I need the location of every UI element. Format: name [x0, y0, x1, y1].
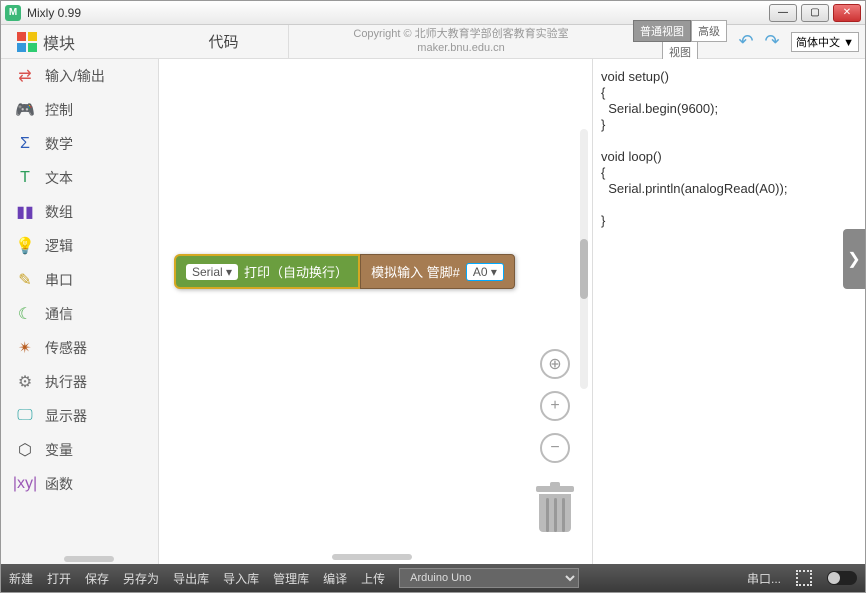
- titlebar: M Mixly 0.99 — ▢ ✕: [1, 1, 865, 25]
- language-select[interactable]: 简体中文 ▼: [791, 32, 859, 52]
- saveas-button[interactable]: 另存为: [123, 570, 159, 587]
- canvas-controls: ⊕ + −: [540, 349, 570, 463]
- block-canvas[interactable]: Serial ▾ 打印（自动换行） 模拟输入 管脚# A0 ▾ ⊕ + −: [159, 59, 593, 564]
- app-icon: M: [5, 5, 21, 21]
- category-10[interactable]: 🖵 显示器: [1, 399, 158, 433]
- save-button[interactable]: 保存: [85, 570, 109, 587]
- category-icon: ✎: [15, 270, 35, 290]
- category-icon: 🖵: [15, 406, 35, 426]
- category-label: 控制: [45, 100, 73, 120]
- code-pane: void setup() { Serial.begin(9600); } voi…: [593, 59, 865, 564]
- category-0[interactable]: ⇄ 输入/输出: [1, 59, 158, 93]
- tab-code[interactable]: 代码: [159, 25, 289, 58]
- category-icon: Σ: [15, 134, 35, 154]
- category-label: 传感器: [45, 338, 87, 358]
- block-analog-read[interactable]: 模拟输入 管脚# A0 ▾: [360, 254, 515, 289]
- category-5[interactable]: 💡 逻辑: [1, 229, 158, 263]
- close-button[interactable]: ✕: [833, 4, 861, 22]
- pin-dropdown[interactable]: A0 ▾: [466, 263, 504, 281]
- category-label: 输入/输出: [45, 66, 105, 86]
- vertical-scrollbar[interactable]: [580, 129, 588, 389]
- horizontal-scrollbar[interactable]: [332, 554, 412, 560]
- category-label: 显示器: [45, 406, 87, 426]
- block-serial-print[interactable]: Serial ▾ 打印（自动换行）: [174, 254, 360, 289]
- category-1[interactable]: 🎮 控制: [1, 93, 158, 127]
- toggle-switch[interactable]: [827, 571, 857, 585]
- collapse-code-button[interactable]: ❯: [843, 229, 865, 289]
- undo-redo: ↶ ↷: [735, 31, 783, 53]
- category-label: 串口: [45, 270, 73, 290]
- redo-button[interactable]: ↷: [761, 31, 783, 53]
- undo-button[interactable]: ↶: [735, 31, 757, 53]
- block-group[interactable]: Serial ▾ 打印（自动换行） 模拟输入 管脚# A0 ▾: [174, 254, 515, 289]
- category-7[interactable]: ☾ 通信: [1, 297, 158, 331]
- analog-read-label: 模拟输入 管脚#: [371, 262, 460, 281]
- upload-button[interactable]: 上传: [361, 570, 385, 587]
- category-3[interactable]: T 文本: [1, 161, 158, 195]
- category-4[interactable]: ▮▮ 数组: [1, 195, 158, 229]
- category-icon: 🎮: [15, 100, 35, 120]
- toolbar: 模块 代码 Copyright © 北师大教育学部创客教育实验室 maker.b…: [1, 25, 865, 59]
- category-icon: ⬡: [15, 440, 35, 460]
- generated-code: void setup() { Serial.begin(9600); } voi…: [601, 69, 787, 228]
- category-icon: ⇄: [15, 66, 35, 86]
- main: ⇄ 输入/输出 🎮 控制 Σ 数学 T 文本 ▮▮ 数组 💡 逻辑 ✎ 串口 ☾ 通信 ✴ 传感器 ⚙ 执行器 🖵 显示器…: [1, 59, 865, 564]
- category-6[interactable]: ✎ 串口: [1, 263, 158, 297]
- window-controls: — ▢ ✕: [769, 4, 861, 22]
- serial-button[interactable]: 串口...: [747, 570, 781, 587]
- view-normal-button[interactable]: 普通视图: [633, 20, 691, 42]
- modules-label: 模块: [43, 30, 75, 54]
- category-label: 函数: [45, 474, 73, 494]
- center-button[interactable]: ⊕: [540, 349, 570, 379]
- chip-icon[interactable]: [795, 569, 813, 587]
- managelib-button[interactable]: 管理库: [273, 570, 309, 587]
- importlib-button[interactable]: 导入库: [223, 570, 259, 587]
- open-button[interactable]: 打开: [47, 570, 71, 587]
- serial-dropdown[interactable]: Serial ▾: [186, 264, 238, 280]
- new-button[interactable]: 新建: [9, 570, 33, 587]
- zoom-out-button[interactable]: −: [540, 433, 570, 463]
- window-title: Mixly 0.99: [27, 6, 769, 20]
- view-advanced-button[interactable]: 高级: [691, 20, 727, 42]
- category-11[interactable]: ⬡ 变量: [1, 433, 158, 467]
- category-label: 变量: [45, 440, 73, 460]
- sidebar: ⇄ 输入/输出 🎮 控制 Σ 数学 T 文本 ▮▮ 数组 💡 逻辑 ✎ 串口 ☾ 通信 ✴ 传感器 ⚙ 执行器 🖵 显示器…: [1, 59, 159, 564]
- modules-header: 模块: [1, 30, 159, 54]
- category-label: 通信: [45, 304, 73, 324]
- category-label: 数组: [45, 202, 73, 222]
- category-label: 逻辑: [45, 236, 73, 256]
- category-icon: ⚙: [15, 372, 35, 392]
- category-9[interactable]: ⚙ 执行器: [1, 365, 158, 399]
- category-icon: ✴: [15, 338, 35, 358]
- category-label: 执行器: [45, 372, 87, 392]
- compile-button[interactable]: 编译: [323, 570, 347, 587]
- view-toggle: 普通视图 高级 视图: [633, 20, 727, 63]
- puzzle-icon: [17, 32, 37, 52]
- category-12[interactable]: |xy| 函数: [1, 467, 158, 501]
- bottombar: 新建 打开 保存 另存为 导出库 导入库 管理库 编译 上传 Arduino U…: [1, 564, 865, 592]
- board-select[interactable]: Arduino Uno: [399, 568, 579, 588]
- category-icon: ☾: [15, 304, 35, 324]
- minimize-button[interactable]: —: [769, 4, 797, 22]
- category-label: 文本: [45, 168, 73, 188]
- exportlib-button[interactable]: 导出库: [173, 570, 209, 587]
- category-2[interactable]: Σ 数学: [1, 127, 158, 161]
- category-icon: T: [15, 168, 35, 188]
- serial-print-label: 打印（自动换行）: [244, 262, 348, 281]
- zoom-in-button[interactable]: +: [540, 391, 570, 421]
- category-icon: ▮▮: [15, 202, 35, 222]
- category-icon: |xy|: [15, 474, 35, 494]
- category-8[interactable]: ✴ 传感器: [1, 331, 158, 365]
- trash-icon[interactable]: [536, 486, 574, 534]
- maximize-button[interactable]: ▢: [801, 4, 829, 22]
- category-icon: 💡: [15, 236, 35, 256]
- category-label: 数学: [45, 134, 73, 154]
- copyright: Copyright © 北师大教育学部创客教育实验室 maker.bnu.edu…: [289, 28, 633, 54]
